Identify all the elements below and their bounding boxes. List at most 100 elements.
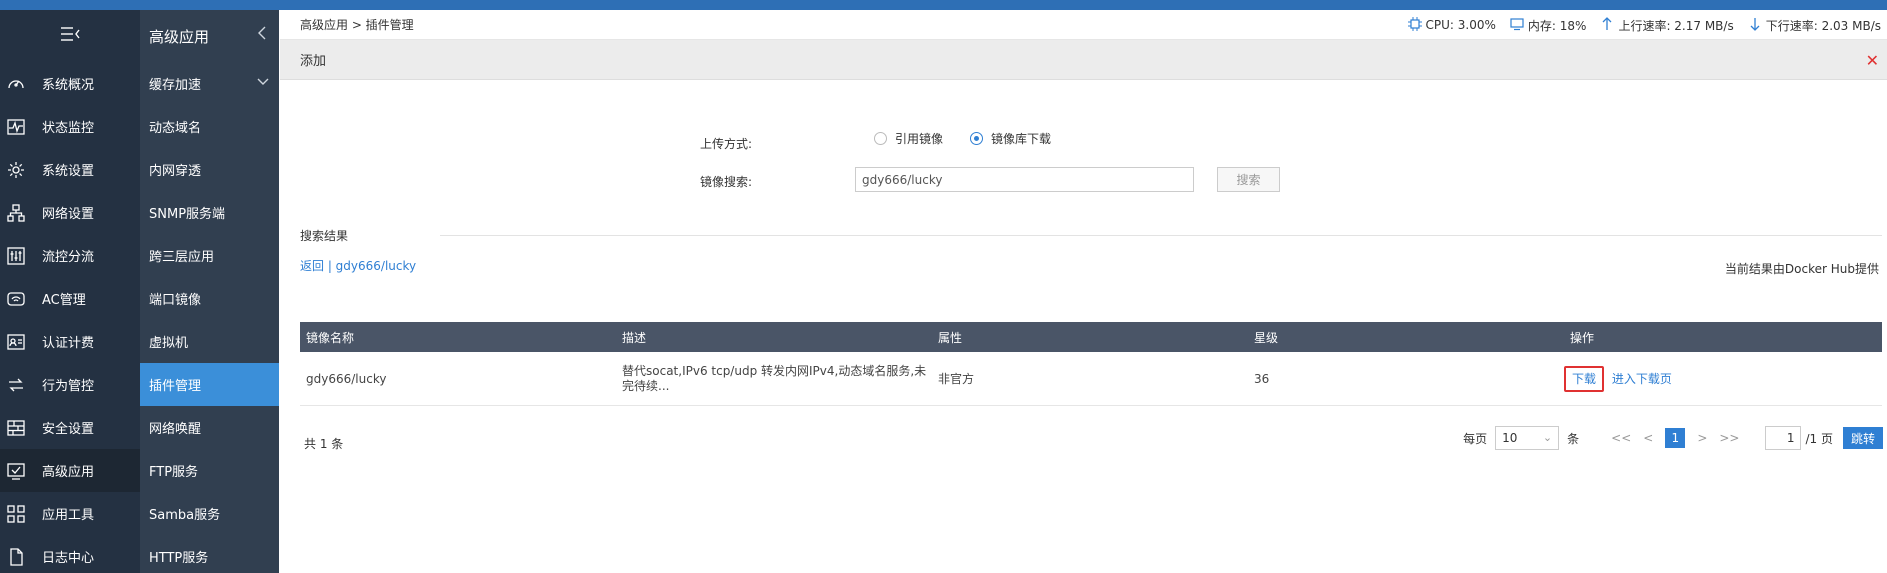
subnav-item-9[interactable]: 网络唤醒 xyxy=(140,406,279,449)
subnav-item-label: 内网穿透 xyxy=(149,164,202,179)
download-button[interactable]: 下载 xyxy=(1564,366,1605,392)
total-count: 共 1 条 xyxy=(304,437,344,451)
cell-description: 替代socat,IPv6 tcp/udp 转发内网IPv4,动态域名服务,未 完… xyxy=(616,364,932,394)
column-header-desc: 描述 xyxy=(622,330,647,345)
subnav-item-label: 网络唤醒 xyxy=(149,422,202,437)
subnav-item-label: 虚拟机 xyxy=(149,336,189,351)
sidebar-item-label: 状态监控 xyxy=(42,121,95,136)
system-stats: CPU: 3.00% 内存: 18% 上行速率: 2.17 MB/s 下行速率:… xyxy=(1407,10,1881,40)
sidebar-item-8[interactable]: 行为管控 xyxy=(0,363,140,406)
network-icon xyxy=(6,203,26,223)
chevron-left-icon[interactable] xyxy=(257,26,267,44)
cpu-icon xyxy=(1407,16,1422,34)
panel-title: 添加 xyxy=(300,54,327,69)
subnav-item-12[interactable]: HTTP服务 xyxy=(140,535,279,573)
subnav-item-label: Samba服务 xyxy=(149,508,221,523)
arrow-up-icon xyxy=(1600,16,1614,34)
arrow-down-icon xyxy=(1748,17,1762,34)
subnav-item-label: 动态域名 xyxy=(149,121,202,136)
subnav-item-label: 跨三层应用 xyxy=(149,250,215,265)
per-page-unit: 条 xyxy=(1567,431,1580,446)
results-table: 镜像名称 描述 属性 星级 操作 gdy666/lucky 替代socat,IP… xyxy=(300,322,1882,406)
column-header-attr: 属性 xyxy=(938,330,963,345)
sidebar-item-label: AC管理 xyxy=(42,293,86,308)
radio-reference-image-label: 引用镜像 xyxy=(895,132,944,146)
sidebar-item-2[interactable]: 状态监控 xyxy=(0,105,140,148)
document-icon xyxy=(6,547,26,567)
cpu-stat: CPU: 3.00% xyxy=(1407,16,1496,34)
sidebar-item-12[interactable]: 日志中心 xyxy=(0,535,140,573)
firewall-icon xyxy=(6,418,26,438)
sidebar-item-label: 流控分流 xyxy=(42,250,95,265)
apps-icon xyxy=(6,504,26,524)
secondary-sidebar-title-text: 高级应用 xyxy=(149,27,210,46)
cell-attribute: 非官方 xyxy=(938,372,975,386)
search-results-title: 搜索结果 xyxy=(300,229,349,243)
radio-repo-download[interactable]: 镜像库下载 xyxy=(970,130,1051,147)
menu-collapse-icon[interactable] xyxy=(59,26,81,46)
memory-stat: 内存: 18% xyxy=(1510,17,1586,34)
sidebar-item-10[interactable]: 高级应用 xyxy=(0,449,140,492)
upload-method-label: 上传方式: xyxy=(700,137,753,151)
sidebar-item-6[interactable]: AC管理 xyxy=(0,277,140,320)
per-page-select[interactable]: 10 ⌄ xyxy=(1495,426,1560,450)
primary-sidebar: 系统概况状态监控系统设置网络设置流控分流 AC管理认证计费行为管控 安全设置 高级应用… xyxy=(0,10,140,573)
sidebar-item-1[interactable]: 系统概况 xyxy=(0,62,140,105)
prev-page-button[interactable]: < xyxy=(1643,431,1653,445)
first-page-button[interactable]: << xyxy=(1611,431,1631,445)
subnav-item-6[interactable]: 端口镜像 xyxy=(140,277,279,320)
radio-reference-image[interactable]: 引用镜像 xyxy=(874,130,943,147)
back-link[interactable]: 返回 | gdy666/lucky xyxy=(300,257,416,274)
subnav-item-10[interactable]: FTP服务 xyxy=(140,449,279,492)
download-page-link[interactable]: 进入下载页 xyxy=(1612,372,1672,386)
upload-rate: 上行速率: 2.17 MB/s xyxy=(1618,18,1734,33)
subnav-item-1[interactable]: 缓存加速 xyxy=(140,62,279,105)
swap-icon xyxy=(6,375,26,395)
sidebar-item-3[interactable]: 系统设置 xyxy=(0,148,140,191)
per-page-value: 10 xyxy=(1502,431,1518,445)
sliders-icon xyxy=(6,246,26,266)
subnav-item-8[interactable]: 插件管理 xyxy=(140,363,279,406)
sidebar-item-11[interactable]: 应用工具 xyxy=(0,492,140,535)
section-divider xyxy=(440,235,1882,236)
subnav-item-label: HTTP服务 xyxy=(149,551,209,566)
next-page-button[interactable]: > xyxy=(1697,431,1707,445)
menu-toggle[interactable] xyxy=(0,10,140,62)
search-button[interactable]: 搜索 xyxy=(1217,167,1280,192)
subnav-item-11[interactable]: Samba服务 xyxy=(140,492,279,535)
radio-checked-icon[interactable] xyxy=(970,132,983,145)
page-number-input[interactable]: 1 xyxy=(1765,426,1802,450)
subnav-item-label: SNMP服务端 xyxy=(149,207,226,222)
radio-repo-download-label: 镜像库下载 xyxy=(991,132,1052,146)
breadcrumb: 高级应用 > 插件管理 xyxy=(300,18,414,32)
sidebar-item-9[interactable]: 安全设置 xyxy=(0,406,140,449)
sidebar-item-label: 应用工具 xyxy=(42,508,95,523)
column-header-stars: 星级 xyxy=(1254,330,1279,345)
sidebar-item-7[interactable]: 认证计费 xyxy=(0,320,140,363)
table-row: gdy666/lucky 替代socat,IPv6 tcp/udp 转发内网IP… xyxy=(300,352,1882,406)
sidebar-item-label: 认证计费 xyxy=(42,336,95,351)
close-icon[interactable]: ✕ xyxy=(1866,51,1879,70)
main-content: 高级应用 > 插件管理 CPU: 3.00% 内存: 18% 上行速率: 2.1… xyxy=(280,10,1887,573)
subnav-item-2[interactable]: 动态域名 xyxy=(140,105,279,148)
sidebar-item-label: 系统概况 xyxy=(42,78,95,93)
pagination: 每页 10 ⌄ 条 << < 1 > >> 1 /1 页 跳转 xyxy=(1463,426,1883,450)
page-total: /1 页 xyxy=(1805,431,1833,446)
subnav-item-3[interactable]: 内网穿透 xyxy=(140,148,279,191)
image-search-input[interactable] xyxy=(855,167,1194,192)
subnav-item-7[interactable]: 虚拟机 xyxy=(140,320,279,363)
subnav-item-4[interactable]: SNMP服务端 xyxy=(140,191,279,234)
subnav-item-5[interactable]: 跨三层应用 xyxy=(140,234,279,277)
sidebar-item-4[interactable]: 网络设置 xyxy=(0,191,140,234)
current-page-button[interactable]: 1 xyxy=(1665,428,1686,448)
cell-image-name: gdy666/lucky xyxy=(306,371,387,386)
jump-button[interactable]: 跳转 xyxy=(1842,427,1883,449)
sidebar-item-5[interactable]: 流控分流 xyxy=(0,234,140,277)
check-screen-icon xyxy=(6,461,26,481)
column-header-name: 镜像名称 xyxy=(306,330,355,345)
subnav-item-label: 插件管理 xyxy=(149,379,202,394)
subnav-item-label: 缓存加速 xyxy=(149,78,202,93)
sidebar-item-label: 系统设置 xyxy=(42,164,95,179)
last-page-button[interactable]: >> xyxy=(1719,431,1739,445)
radio-unchecked-icon[interactable] xyxy=(874,132,887,145)
